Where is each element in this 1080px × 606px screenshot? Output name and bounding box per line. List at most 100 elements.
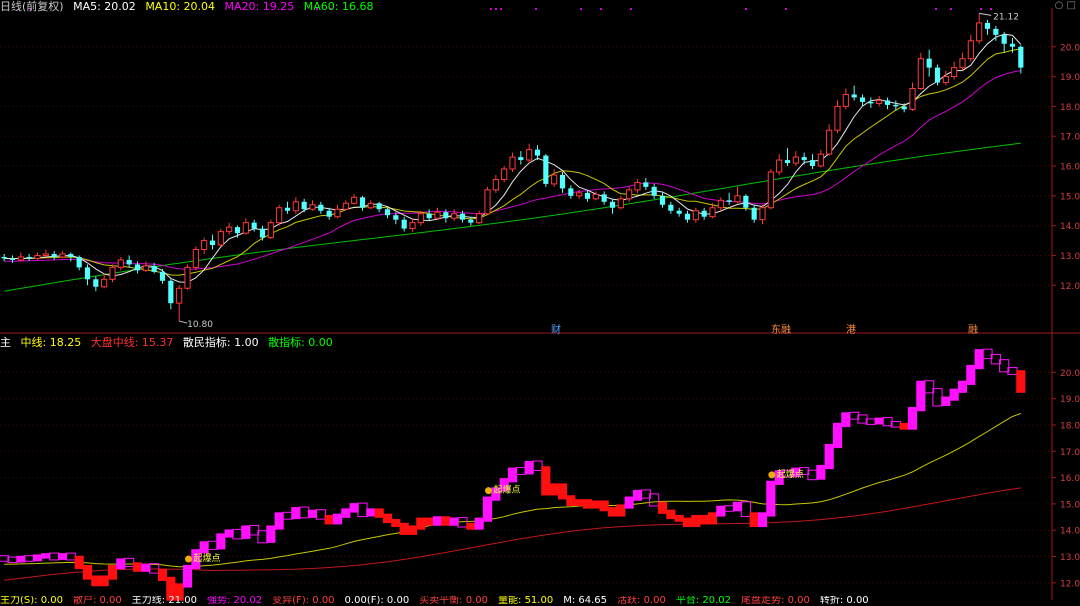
candle-body — [934, 67, 941, 83]
candle-body — [851, 94, 857, 98]
candle-body — [668, 204, 674, 211]
signal-icon — [485, 487, 492, 495]
indicator-block — [315, 509, 326, 520]
candle-body — [492, 178, 499, 191]
signal-label: 起爆点 — [194, 552, 221, 564]
candle-body — [984, 22, 991, 29]
candle-body — [776, 159, 783, 173]
indicator-block — [466, 522, 476, 530]
candle-body — [476, 213, 483, 224]
indicator-block — [632, 489, 643, 501]
indicator-block — [324, 514, 334, 525]
bottom-indicator-item: 0.00(F): 0.00 — [344, 596, 410, 606]
signal-label: 起爆点 — [777, 468, 804, 480]
indicator-block — [65, 552, 76, 561]
indicator-block — [182, 564, 193, 588]
indicator-block — [541, 466, 551, 496]
indicator-name[interactable]: 主 — [0, 336, 11, 349]
main-price-panel[interactable]: 21.12 10.80 — [1, 8, 1024, 330]
indicator-block — [857, 414, 868, 424]
event-tag[interactable]: 财 — [551, 325, 561, 336]
indicator-block — [249, 524, 260, 536]
indicator-block — [424, 517, 434, 526]
settings-icon[interactable]: ○ — [1055, 0, 1064, 11]
candle-body — [318, 204, 324, 211]
candle-body — [1, 256, 7, 259]
indicator-block — [682, 517, 693, 528]
indicator-block — [474, 517, 484, 530]
indicator-block — [199, 541, 209, 554]
candle-body — [251, 222, 257, 229]
ma5-value: MA5: 20.02 — [73, 0, 136, 13]
indicator-header: 主 中线: 18.25 大盘中线: 15.37 散民指标: 1.00 散指标: … — [0, 336, 339, 349]
low-price-label: 10.80 — [187, 320, 213, 330]
indicator-block — [32, 554, 43, 562]
candle-body — [1009, 43, 1016, 47]
candle-body — [59, 253, 66, 258]
indicator-block — [41, 553, 51, 559]
candle-body — [168, 280, 174, 304]
candle-body — [201, 240, 208, 251]
candle-body — [26, 256, 32, 259]
candle-body — [734, 195, 741, 203]
indicator-block — [699, 514, 709, 525]
candle-body — [676, 210, 682, 214]
indicator-block — [724, 505, 735, 512]
candle-body — [893, 104, 899, 107]
indicator-block — [224, 529, 234, 538]
bottom-indicator-item: 主力(S): 0.00 — [0, 596, 63, 606]
candle-body — [334, 208, 341, 218]
axis-tick-label: 17.00 — [1060, 133, 1080, 143]
candle-body — [351, 196, 358, 204]
indicator-block — [207, 540, 218, 550]
indicator-block — [432, 516, 443, 526]
indicator-block — [441, 516, 451, 526]
indicator-panel[interactable]: 起爆点起爆点起爆点 — [0, 348, 1026, 601]
axis-tick-label: 12.00 — [1060, 282, 1080, 292]
candle-body — [926, 58, 932, 68]
candle-body — [9, 258, 16, 260]
event-tag[interactable]: 东融 — [771, 325, 791, 336]
axis-tick-label: 16.00 — [1060, 474, 1080, 484]
candle-body — [309, 204, 316, 210]
candle-body — [909, 88, 916, 110]
indicator-block — [266, 525, 276, 543]
ma60-value: MA60: 16.68 — [303, 0, 374, 13]
bottom-indicator-item: 活跃: 0.00 — [617, 596, 666, 606]
candle-body — [84, 267, 91, 280]
candle-body — [526, 149, 533, 161]
indicator-block — [1007, 367, 1018, 375]
candle-body — [443, 212, 449, 219]
axis-tick-label: 17.00 — [1060, 448, 1080, 458]
candle-body — [267, 222, 274, 239]
minimize-icon[interactable]: □ — [1067, 0, 1076, 11]
indicator-block — [124, 557, 135, 568]
indicator-block — [916, 380, 926, 412]
candle-body — [967, 40, 974, 60]
candle-body — [592, 193, 599, 200]
candle-body — [301, 201, 307, 210]
candle-body — [459, 213, 466, 220]
candle-body — [951, 67, 958, 78]
bottom-indicator-item: M: 64.65 — [563, 596, 608, 606]
candle-body — [617, 198, 624, 209]
indicator-block — [691, 514, 701, 528]
axis-tick-label: 19.00 — [1060, 395, 1080, 405]
candle-body — [543, 155, 549, 184]
event-tag[interactable]: 港 — [846, 325, 856, 336]
axis-tick-label: 18.00 — [1060, 421, 1080, 431]
chart-canvas[interactable]: 21.1210.80 起爆点起爆点起爆点 20.0019.0018.0017.0… — [0, 0, 1080, 606]
indicator-block — [865, 418, 876, 425]
bottom-indicator-item: 主力线: 21.00 — [131, 596, 197, 606]
candle-body — [701, 210, 707, 217]
event-tag[interactable]: 融 — [968, 325, 978, 336]
window-controls[interactable]: ○ □ — [1055, 0, 1076, 11]
indicator-block — [640, 489, 651, 499]
candle-body — [426, 213, 432, 219]
ma10-value: MA10: 20.04 — [145, 0, 216, 13]
candle-body — [784, 160, 791, 164]
indicator-block — [941, 396, 951, 406]
indicator-block — [116, 558, 126, 570]
period-label[interactable]: 日线(前复权) — [0, 0, 64, 13]
indicator-block — [824, 443, 834, 470]
